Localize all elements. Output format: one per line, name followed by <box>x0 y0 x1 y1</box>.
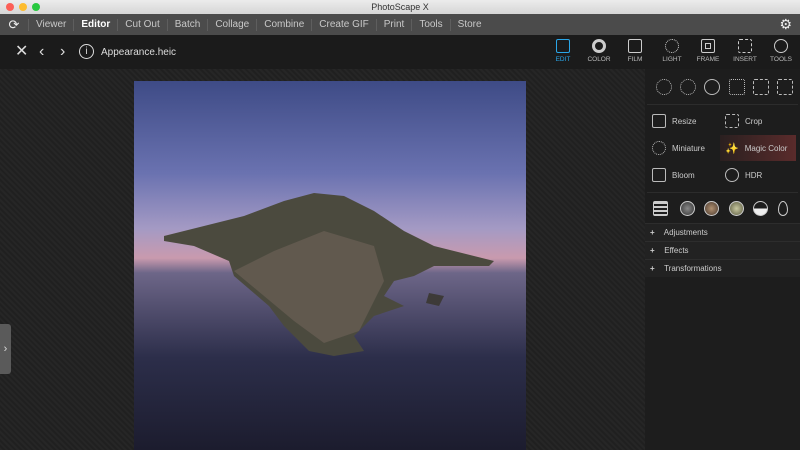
filter-green-icon[interactable] <box>729 201 744 216</box>
resize-icon <box>652 114 666 128</box>
magic-wand-icon: ✨ <box>725 142 739 155</box>
island-image <box>164 193 494 356</box>
section-label: Effects <box>664 246 689 255</box>
menu-tools[interactable]: Tools <box>411 18 449 31</box>
film-icon <box>628 39 642 53</box>
drop-icon[interactable] <box>778 201 788 216</box>
close-window-button[interactable] <box>6 3 14 11</box>
left-panel-toggle[interactable]: › <box>0 324 11 374</box>
tab-frame[interactable]: FRAME <box>690 39 726 63</box>
menu-combine[interactable]: Combine <box>256 18 311 31</box>
frame-icon <box>701 39 715 53</box>
menu-bar: ⟳ Viewer Editor Cut Out Batch Collage Co… <box>0 14 800 35</box>
section-effects[interactable]: + Effects <box>645 241 800 259</box>
light-icon <box>665 39 679 53</box>
window-title: PhotoScape X <box>371 2 429 12</box>
tab-label: FRAME <box>696 56 720 63</box>
magic-color-label: Magic Color <box>744 143 788 153</box>
tab-label: COLOR <box>587 56 611 63</box>
tab-insert[interactable]: INSERT <box>727 39 763 63</box>
crop-icon <box>725 114 739 128</box>
previous-icon[interactable]: ‹ <box>39 44 44 60</box>
editor-toolbar: ✕ ‹ › i Appearance.heic EDIT COLOR FILM … <box>0 35 800 69</box>
app-logo-icon[interactable]: ⟳ <box>0 17 28 33</box>
divider <box>647 104 798 105</box>
tab-label: EDIT <box>555 56 571 63</box>
photo-preview <box>134 81 526 450</box>
edit-icon <box>556 39 570 53</box>
file-name: Appearance.heic <box>101 47 177 58</box>
section-label: Transformations <box>664 264 722 273</box>
menu-collage[interactable]: Collage <box>207 18 256 31</box>
bloom-label: Bloom <box>672 170 695 180</box>
bloom-icon <box>652 168 666 182</box>
rotate-left-icon[interactable] <box>656 79 672 95</box>
miniature-icon <box>652 141 666 155</box>
tab-color[interactable]: COLOR <box>581 39 617 63</box>
info-icon[interactable]: i <box>79 44 94 59</box>
menu-batch[interactable]: Batch <box>166 18 208 31</box>
hdr-label: HDR <box>745 170 763 180</box>
filter-exposure-icon[interactable] <box>753 201 768 216</box>
miniature-button[interactable]: Miniature <box>652 135 705 161</box>
section-adjustments[interactable]: + Adjustments <box>645 223 800 241</box>
hdr-icon <box>725 168 739 182</box>
filter-sepia-icon[interactable] <box>704 201 719 216</box>
next-icon[interactable]: › <box>60 44 65 60</box>
resize-button[interactable]: Resize <box>652 108 696 134</box>
title-bar: PhotoScape X <box>0 0 800 14</box>
tab-film[interactable]: FILM <box>617 39 653 63</box>
menu-print[interactable]: Print <box>375 18 412 31</box>
hdr-button[interactable]: HDR <box>725 162 762 188</box>
filter-gray-icon[interactable] <box>680 201 695 216</box>
divider <box>647 192 798 193</box>
tab-tools[interactable]: TOOLS <box>763 39 799 63</box>
tab-edit[interactable]: EDIT <box>545 39 581 63</box>
miniature-label: Miniature <box>672 143 705 153</box>
bloom-button[interactable]: Bloom <box>652 162 695 188</box>
resize-label: Resize <box>672 116 697 126</box>
plus-icon: + <box>650 228 655 237</box>
rotate-right-icon[interactable] <box>680 79 696 95</box>
color-icon <box>592 39 606 53</box>
menu-viewer[interactable]: Viewer <box>28 18 73 31</box>
palette-icon <box>774 39 788 53</box>
tab-label: INSERT <box>733 56 757 63</box>
menu-create-gif[interactable]: Create GIF <box>311 18 375 31</box>
tab-label: TOOLS <box>770 56 792 63</box>
tab-label: FILM <box>627 56 643 63</box>
settings-gear-icon[interactable]: ⚙ <box>779 16 792 33</box>
plus-icon: + <box>650 264 655 273</box>
filter-list-icon[interactable] <box>653 201 668 216</box>
menu-editor[interactable]: Editor <box>73 18 117 31</box>
section-label: Adjustments <box>663 228 708 237</box>
close-icon[interactable]: ✕ <box>15 44 28 60</box>
rotate-free-icon[interactable] <box>704 79 720 95</box>
straighten-icon[interactable] <box>729 79 745 95</box>
minimize-window-button[interactable] <box>19 3 27 11</box>
crop-label: Crop <box>745 116 763 126</box>
section-transformations[interactable]: + Transformations <box>645 259 800 277</box>
tab-label: LIGHT <box>662 56 682 63</box>
flip-horizontal-icon[interactable] <box>753 79 769 95</box>
insert-icon <box>738 39 752 53</box>
menu-cut-out[interactable]: Cut Out <box>117 18 166 31</box>
edit-panel: Resize Crop Miniature ✨ Magic Color Bloom… <box>645 69 800 450</box>
flip-vertical-icon[interactable] <box>777 79 793 95</box>
menu-store[interactable]: Store <box>449 18 489 31</box>
image-canvas[interactable]: › <box>0 69 645 450</box>
crop-button[interactable]: Crop <box>725 108 762 134</box>
plus-icon: + <box>650 246 655 255</box>
magic-color-button[interactable]: ✨ Magic Color <box>720 135 796 161</box>
tab-light[interactable]: LIGHT <box>654 39 690 63</box>
zoom-window-button[interactable] <box>32 3 40 11</box>
